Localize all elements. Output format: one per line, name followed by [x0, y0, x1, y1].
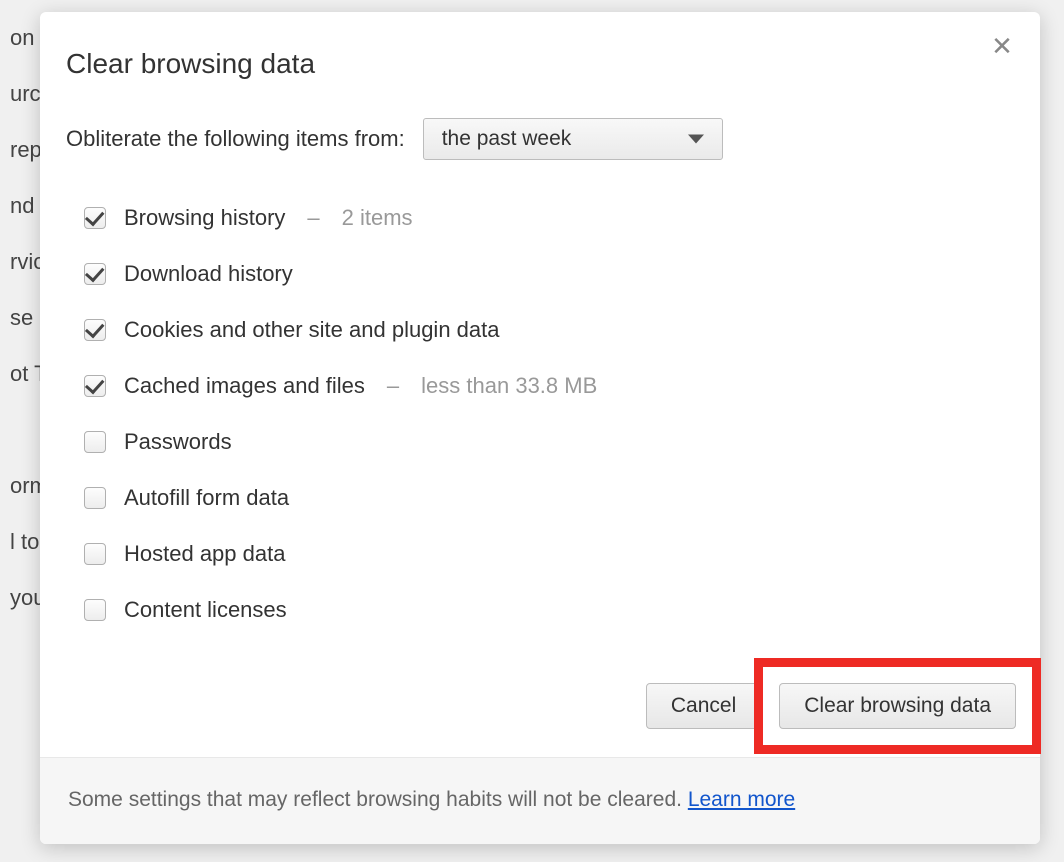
- obliterate-label: Obliterate the following items from:: [66, 126, 405, 152]
- cancel-button[interactable]: Cancel: [646, 683, 761, 729]
- dialog-title: Clear browsing data: [66, 48, 1014, 80]
- separator: –: [387, 373, 399, 399]
- checkbox-label[interactable]: Content licenses: [124, 597, 287, 623]
- checkbox-1[interactable]: [84, 263, 106, 285]
- checkbox-6[interactable]: [84, 543, 106, 565]
- checkbox-row: Hosted app data: [84, 526, 1014, 582]
- close-icon[interactable]: ✕: [988, 32, 1016, 60]
- separator: –: [307, 205, 319, 231]
- time-range-select[interactable]: the past week: [423, 118, 723, 160]
- checkbox-row: Browsing history–2 items: [84, 190, 1014, 246]
- checkbox-0[interactable]: [84, 207, 106, 229]
- dialog-actions: Cancel Clear browsing data: [40, 661, 1040, 757]
- checkbox-row: Passwords: [84, 414, 1014, 470]
- checkbox-4[interactable]: [84, 431, 106, 453]
- obliterate-row: Obliterate the following items from: the…: [66, 118, 1014, 160]
- checkbox-label[interactable]: Cached images and files: [124, 373, 365, 399]
- dialog-footer: Some settings that may reflect browsing …: [40, 757, 1040, 844]
- checkbox-row: Autofill form data: [84, 470, 1014, 526]
- checkbox-row: Download history: [84, 246, 1014, 302]
- checkbox-label[interactable]: Cookies and other site and plugin data: [124, 317, 499, 343]
- dialog-body: Obliterate the following items from: the…: [40, 90, 1040, 661]
- checkbox-info: less than 33.8 MB: [421, 373, 597, 399]
- checkbox-list: Browsing history–2 itemsDownload history…: [66, 190, 1014, 638]
- chevron-down-icon: [688, 135, 704, 144]
- checkbox-row: Cached images and files–less than 33.8 M…: [84, 358, 1014, 414]
- checkbox-label[interactable]: Download history: [124, 261, 293, 287]
- time-range-value: the past week: [442, 127, 572, 151]
- checkbox-5[interactable]: [84, 487, 106, 509]
- footer-text: Some settings that may reflect browsing …: [68, 788, 688, 811]
- checkbox-info: 2 items: [342, 205, 413, 231]
- checkbox-label[interactable]: Autofill form data: [124, 485, 289, 511]
- checkbox-3[interactable]: [84, 375, 106, 397]
- checkbox-label[interactable]: Browsing history: [124, 205, 285, 231]
- checkbox-2[interactable]: [84, 319, 106, 341]
- checkbox-label[interactable]: Hosted app data: [124, 541, 285, 567]
- dialog-header: Clear browsing data: [40, 12, 1040, 90]
- learn-more-link[interactable]: Learn more: [688, 788, 795, 811]
- checkbox-label[interactable]: Passwords: [124, 429, 232, 455]
- checkbox-7[interactable]: [84, 599, 106, 621]
- checkbox-row: Content licenses: [84, 582, 1014, 638]
- checkbox-row: Cookies and other site and plugin data: [84, 302, 1014, 358]
- clear-browsing-data-dialog: ✕ Clear browsing data Obliterate the fol…: [40, 12, 1040, 844]
- clear-browsing-data-button[interactable]: Clear browsing data: [779, 683, 1016, 729]
